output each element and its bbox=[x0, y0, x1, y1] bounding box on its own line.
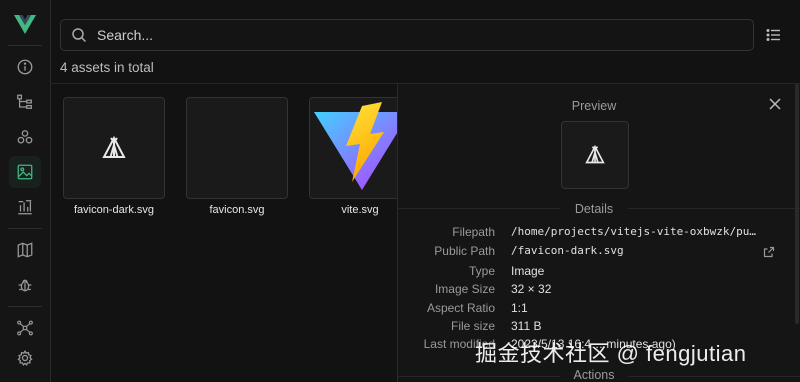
detail-row-type: Type Image bbox=[398, 264, 800, 282]
detail-value: Image bbox=[511, 264, 545, 278]
detail-key: Aspect Ratio bbox=[426, 301, 495, 315]
component-tree-icon bbox=[17, 94, 32, 109]
detail-row-image-size: Image Size 32 × 32 bbox=[398, 282, 800, 300]
tent-icon bbox=[585, 145, 605, 164]
asset-thumbnail[interactable] bbox=[63, 97, 165, 199]
sidebar-divider bbox=[8, 228, 42, 229]
assets-image-icon bbox=[17, 164, 33, 180]
detail-row-file-size: File size 311 B bbox=[398, 319, 800, 337]
asset-name: vite.svg bbox=[341, 204, 379, 216]
detail-row-filepath: Filepath /home/projects/vitejs-vite-oxbw… bbox=[398, 225, 800, 243]
detail-value[interactable]: /home/projects/vitejs-vite-oxbwzk/pu… bbox=[511, 225, 756, 238]
detail-key: Image Size bbox=[434, 282, 495, 296]
main-area: 4 assets in total favicon-dark.svg favic… bbox=[51, 0, 800, 382]
detail-key: Filepath bbox=[452, 225, 495, 239]
detail-row-aspect-ratio: Aspect Ratio 1:1 bbox=[398, 301, 800, 319]
search-icon bbox=[72, 28, 87, 43]
vue-logo-icon[interactable] bbox=[13, 12, 37, 36]
search-bar[interactable] bbox=[60, 19, 754, 51]
sidebar-item-timeline[interactable] bbox=[9, 191, 41, 223]
detail-value: 32 × 32 bbox=[511, 282, 552, 296]
preview-heading: Preview bbox=[571, 99, 617, 113]
components-icon bbox=[17, 130, 33, 144]
sidebar bbox=[0, 0, 51, 382]
asset-card[interactable]: vite.svg bbox=[309, 97, 411, 216]
sidebar-divider bbox=[8, 306, 42, 307]
detail-value: 1:1 bbox=[511, 301, 528, 315]
assets-count: 4 assets in total bbox=[60, 60, 154, 75]
asset-card[interactable]: favicon-dark.svg bbox=[63, 97, 165, 216]
asset-card[interactable]: favicon.svg bbox=[186, 97, 288, 216]
timeline-icon bbox=[18, 200, 32, 215]
map-icon bbox=[17, 242, 33, 258]
sidebar-item-settings[interactable] bbox=[9, 342, 41, 374]
debug-bug-icon bbox=[18, 279, 32, 292]
sidebar-item-inspector[interactable] bbox=[9, 269, 41, 301]
asset-thumbnail[interactable] bbox=[309, 97, 411, 199]
asset-name: favicon-dark.svg bbox=[73, 204, 155, 216]
preview-image bbox=[561, 121, 629, 189]
external-link-icon[interactable] bbox=[763, 246, 775, 258]
info-icon bbox=[17, 59, 33, 75]
sidebar-item-routes[interactable] bbox=[9, 234, 41, 266]
sidebar-item-overview[interactable] bbox=[9, 51, 41, 83]
detail-key: Public Path bbox=[434, 244, 495, 258]
sidebar-divider bbox=[8, 45, 42, 46]
sidebar-item-pages[interactable] bbox=[9, 86, 41, 118]
list-view-icon[interactable] bbox=[765, 26, 783, 44]
search-input[interactable] bbox=[95, 26, 699, 44]
actions-heading: Actions bbox=[560, 368, 628, 382]
settings-gear-icon bbox=[17, 350, 33, 366]
detail-key: Type bbox=[468, 264, 495, 278]
scrollbar[interactable] bbox=[795, 84, 799, 324]
asset-thumbnail[interactable] bbox=[186, 97, 288, 199]
sidebar-item-assets[interactable] bbox=[9, 156, 41, 188]
sidebar-item-components[interactable] bbox=[9, 121, 41, 153]
detail-row-public-path: Public Path /favicon-dark.svg bbox=[398, 244, 800, 262]
watermark-text: 掘金技术社区 @ fengjutian bbox=[475, 341, 747, 366]
detail-value[interactable]: /favicon-dark.svg bbox=[511, 244, 624, 257]
sidebar-item-graph[interactable] bbox=[9, 312, 41, 344]
detail-value: 311 B bbox=[511, 319, 542, 333]
detail-key: File size bbox=[450, 319, 495, 333]
details-heading: Details bbox=[560, 202, 628, 216]
graph-icon bbox=[17, 320, 33, 336]
vite-logo-icon bbox=[314, 102, 410, 190]
asset-name: favicon.svg bbox=[209, 204, 265, 216]
tent-icon bbox=[102, 136, 126, 158]
